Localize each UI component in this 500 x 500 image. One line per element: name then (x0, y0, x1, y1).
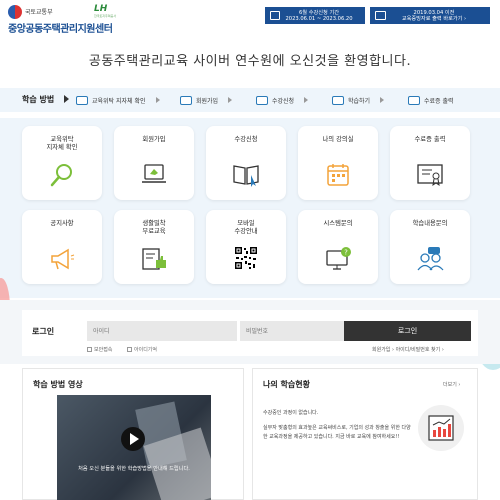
play-icon[interactable] (121, 427, 145, 451)
panel-title: 학습 방법 영상 (33, 380, 83, 389)
certificate-shortcut-notice[interactable]: 2019.03.04 이전 교육증빙자료 출력 바로가기 › (370, 7, 490, 24)
status-message: 수강중인 과정이 없습니다. 실무자 맞춤형의 효과높은 교육써비스로, 기업의… (263, 409, 413, 442)
magnifier-icon (48, 162, 76, 188)
status-line: 수강중인 과정이 없습니다. (263, 410, 319, 416)
lh-sub-label: 한국토지주택공사 (94, 14, 117, 18)
step-label: 수강신청 (272, 97, 295, 105)
tile-label: 학습내용문의 (412, 220, 448, 227)
tile-system-inquiry[interactable]: 시스템문의 ? (298, 210, 378, 284)
user-id-input[interactable] (87, 321, 237, 341)
learning-video-panel: 학습 방법 영상 처음 오신 분들을 위한 학습방법을 안내해 드립니다. (22, 368, 244, 500)
book-icon (256, 95, 268, 105)
book-click-icon (232, 162, 260, 188)
certificate-icon (416, 162, 444, 188)
registration-period-notice[interactable]: 6월 수강신청 기간 2023.06.01 ~ 2023.06.20 (265, 7, 365, 24)
remember-id-checkbox[interactable]: 아이디기억 (127, 346, 157, 353)
login-section: 로그인 로그인 보안접속 아이디기억 회원가입 › 아이디/비밀번호 찾기 › (0, 300, 500, 364)
tile-mobile-guide[interactable]: 모바일 수강안내 (206, 210, 286, 284)
step-label: 회원가입 (196, 97, 219, 105)
tile-register[interactable]: 수강신청 (206, 126, 286, 200)
secure-login-checkbox[interactable]: 보안접속 (87, 346, 112, 353)
certificate-icon (408, 95, 420, 105)
step-certificate[interactable]: 수료증 출력 (408, 93, 454, 107)
status-body: 실무자 맞춤형의 효과높은 교육써비스로, 기업의 성과 창출을 위한 다양한 … (263, 425, 411, 440)
login-button[interactable]: 로그인 (344, 321, 471, 341)
header: 국토교통부 LH 한국토지주택공사 중앙공동주택관리지원센터 6월 수강신청 기… (0, 0, 500, 38)
video-caption: 처음 오신 분들을 위한 학습방법을 안내해 드립니다. (78, 466, 190, 472)
tile-label: 회원가입 (142, 136, 166, 143)
login-title: 로그인 (32, 327, 55, 336)
step-label: 교육위탁 지자체 확인 (92, 97, 146, 105)
checkbox-label: 아이디기억 (134, 347, 158, 353)
checkbox-box (87, 347, 92, 352)
step-signup[interactable]: 회원가입 (180, 93, 233, 107)
tile-label: 공지사항 (50, 220, 74, 227)
tile-certificate[interactable]: 수료증 출력 (390, 126, 470, 200)
chevron-right-icon (228, 97, 233, 103)
welcome-title: 공동주택관리교육 사이버 연수원에 오신것을 환영합니다. (88, 54, 412, 69)
lh-logo: LH (94, 4, 108, 14)
page: 국토교통부 LH 한국토지주택공사 중앙공동주택관리지원센터 6월 수강신청 기… (0, 0, 500, 500)
laptop-icon (140, 162, 168, 188)
login-box: 로그인 로그인 보안접속 아이디기억 회원가입 › 아이디/비밀번호 찾기 › (22, 310, 478, 356)
more-link[interactable]: 더보기 › (443, 381, 460, 388)
qr-code-icon (232, 246, 260, 272)
megaphone-icon (48, 246, 76, 272)
notice-line2: 2023.06.01 ~ 2023.06.20 (285, 16, 353, 22)
quick-menu-grid: 교육위탁 지자체 확인 회원가입 수강신청 나의 강의실 수료증 출력 공지사항… (0, 118, 500, 370)
step-label: 학습하기 (348, 97, 371, 105)
step-register[interactable]: 수강신청 (256, 93, 309, 107)
tile-label: 시스템문의 (323, 220, 353, 227)
calendar-icon (324, 162, 352, 188)
tile-content-inquiry[interactable]: 학습내용문의 (390, 210, 470, 284)
tile-label: 교육위탁 지자체 확인 (46, 136, 78, 151)
chevron-right-icon (304, 97, 309, 103)
step-check-municipality[interactable]: 교육위탁 지자체 확인 (76, 93, 160, 107)
tile-label: 모바일 수강안내 (234, 220, 258, 235)
panel-title: 나의 학습현황 (263, 380, 310, 389)
monitor-icon (180, 95, 192, 105)
tile-free-courses[interactable]: 생활밀착 무료교육 (114, 210, 194, 284)
tile-label: 생활밀착 무료교육 (142, 220, 166, 235)
document-icon (375, 11, 386, 20)
calendar-icon (332, 95, 344, 105)
intro-video[interactable]: 처음 오신 분들을 위한 학습방법을 안내해 드립니다. (57, 395, 211, 500)
steps-title: 학습 방법 (22, 95, 55, 104)
svg-text:?: ? (344, 249, 348, 257)
step-study[interactable]: 학습하기 (332, 93, 385, 107)
site-logo[interactable]: 국토교통부 LH 한국토지주택공사 중앙공동주택관리지원센터 (8, 4, 148, 35)
users-chat-icon (416, 246, 444, 272)
my-learning-status-panel: 나의 학습현황 더보기 › 수강중인 과정이 없습니다. 실무자 맞춤형의 효과… (252, 368, 478, 500)
tile-notices[interactable]: 공지사항 (22, 210, 102, 284)
checkbox-label: 보안접속 (94, 347, 113, 353)
chevron-right-icon (380, 97, 385, 103)
tile-label: 나의 강의실 (322, 136, 354, 143)
calendar-icon (270, 11, 280, 20)
ministry-label: 국토교통부 (25, 9, 53, 16)
site-name: 중앙공동주택관리지원센터 (8, 24, 113, 35)
learning-steps-bar: 학습 방법 교육위탁 지자체 확인 회원가입 수강신청 학습하기 수료증 출력 (0, 88, 500, 112)
account-links[interactable]: 회원가입 › 아이디/비밀번호 찾기 › (372, 346, 444, 353)
chevron-right-icon (155, 97, 160, 103)
tile-my-classroom[interactable]: 나의 강의실 (298, 126, 378, 200)
tile-signup[interactable]: 회원가입 (114, 126, 194, 200)
tile-label: 수강신청 (234, 136, 258, 143)
step-label: 수료증 출력 (424, 97, 454, 105)
search-icon (76, 95, 88, 105)
tile-label: 수료증 출력 (414, 136, 446, 143)
notice-line2: 교육증빙자료 출력 바로가기 › (401, 16, 467, 22)
chart-report-icon (418, 405, 464, 451)
arrow-right-icon (64, 95, 69, 103)
computer-help-icon: ? (324, 246, 352, 272)
book-thumb-icon (140, 246, 168, 272)
checkbox-box (127, 347, 132, 352)
tile-municipality-check[interactable]: 교육위탁 지자체 확인 (22, 126, 102, 200)
government-emblem-icon (8, 5, 22, 19)
